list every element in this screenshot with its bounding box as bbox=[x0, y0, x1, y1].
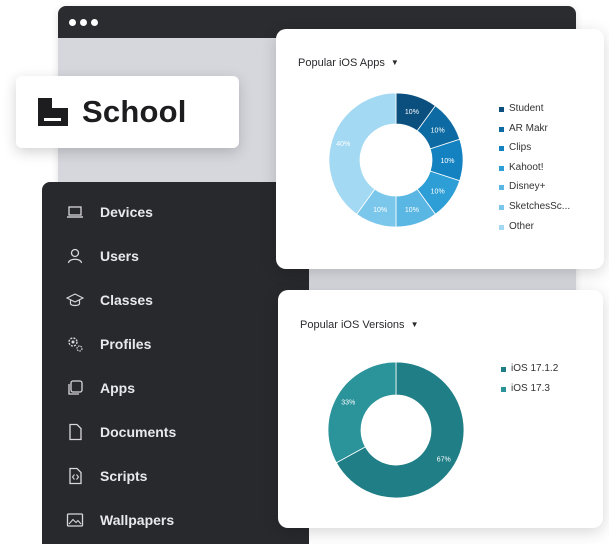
legend-label: Student bbox=[509, 103, 544, 114]
slice-data-label: 10% bbox=[440, 158, 454, 165]
sidebar-item-wallpapers[interactable]: Wallpapers bbox=[42, 502, 282, 538]
sidebar-item-devices[interactable]: Devices bbox=[42, 194, 282, 230]
apps-donut-chart: 10% 10% 10% 10% 10% 10% 40% bbox=[328, 92, 464, 228]
sidebar: Devices Users Classes Profiles Apps Docu… bbox=[42, 182, 309, 544]
legend-label: Disney+ bbox=[509, 181, 546, 193]
donut-slice[interactable] bbox=[327, 361, 397, 464]
sidebar-item-users[interactable]: Users bbox=[42, 238, 282, 274]
window-dot-icon[interactable] bbox=[91, 19, 98, 26]
legend-swatch bbox=[499, 224, 504, 230]
sidebar-item-documents[interactable]: Documents bbox=[42, 414, 282, 450]
sidebar-item-label: Scripts bbox=[100, 468, 148, 484]
sidebar-item-label: Documents bbox=[100, 424, 177, 440]
legend-label: Other bbox=[509, 220, 535, 232]
legend-label: AR Makr bbox=[509, 122, 548, 134]
sidebar-item-label: Wallpapers bbox=[100, 512, 175, 528]
window-dot-icon[interactable] bbox=[80, 19, 87, 26]
brand-card: School bbox=[16, 76, 239, 148]
legend-label: iOS 17.3 bbox=[511, 382, 550, 394]
slice-data-label: 40% bbox=[336, 141, 350, 148]
user-icon bbox=[67, 248, 83, 264]
legend-swatch bbox=[499, 204, 504, 210]
graduation-cap-icon bbox=[66, 293, 84, 307]
brand-name: School bbox=[82, 94, 187, 129]
sidebar-item-profiles[interactable]: Profiles bbox=[42, 326, 282, 362]
slice-data-label: 10% bbox=[405, 109, 419, 116]
legend-swatch bbox=[499, 165, 504, 171]
legend-swatch bbox=[499, 107, 504, 112]
document-icon bbox=[69, 423, 82, 441]
sidebar-item-label: Classes bbox=[100, 292, 153, 308]
popular-versions-panel: Popular iOS Versions ▼ 67% 33% iOS 17.1.2 i… bbox=[278, 290, 603, 528]
settings-gears-icon bbox=[68, 337, 83, 352]
legend-label: Kahoot! bbox=[509, 161, 544, 173]
window-dot-icon[interactable] bbox=[69, 19, 76, 26]
legend-swatch bbox=[499, 146, 504, 152]
versions-donut-chart: 67% 33% bbox=[327, 361, 465, 499]
legend-label: SketchesSc... bbox=[509, 200, 571, 212]
slice-data-label: 10% bbox=[373, 207, 387, 214]
legend-swatch bbox=[501, 367, 506, 372]
legend-swatch bbox=[499, 185, 504, 191]
slice-data-label: 10% bbox=[405, 207, 419, 214]
sidebar-item-scripts[interactable]: Scripts bbox=[42, 458, 282, 494]
sidebar-item-apps[interactable]: Apps bbox=[42, 370, 282, 406]
slice-data-label: 10% bbox=[431, 188, 445, 195]
legend-label: iOS 17.1.2 bbox=[511, 363, 559, 374]
legend-label: Clips bbox=[509, 142, 532, 154]
slice-data-label: 10% bbox=[431, 128, 445, 135]
sidebar-item-classes[interactable]: Classes bbox=[42, 282, 282, 318]
legend-swatch bbox=[499, 126, 504, 132]
sidebar-item-label: Users bbox=[100, 248, 139, 264]
sidebar-item-label: Apps bbox=[100, 380, 135, 396]
school-logo-icon bbox=[38, 98, 68, 126]
image-icon bbox=[66, 513, 84, 527]
slice-data-label: 67% bbox=[437, 456, 451, 463]
laptop-icon bbox=[67, 206, 83, 218]
script-icon bbox=[69, 467, 82, 485]
apps-icon bbox=[68, 380, 83, 395]
slice-data-label: 33% bbox=[341, 400, 355, 407]
sidebar-item-label: Devices bbox=[100, 204, 153, 220]
popular-apps-panel: Popular iOS Apps ▼ 10% 10% 10% 10% 10% 10% 40% … bbox=[276, 29, 604, 269]
legend-swatch bbox=[501, 386, 506, 392]
sidebar-item-label: Profiles bbox=[100, 336, 152, 352]
